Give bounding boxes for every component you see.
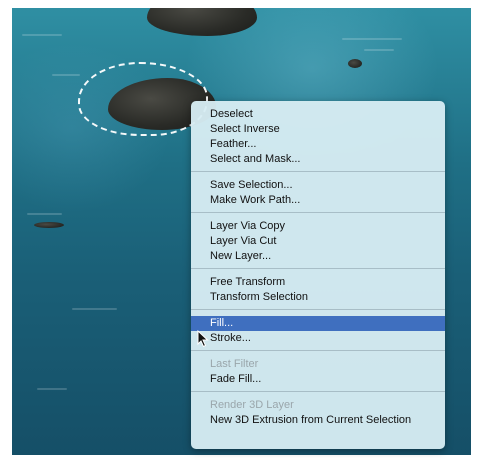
menu-item-render-3d-layer: Render 3D Layer xyxy=(210,399,294,411)
menu-item-free-transform[interactable]: Free Transform xyxy=(191,275,445,290)
menu-item-layer-via-cut[interactable]: Layer Via Cut xyxy=(191,234,445,249)
menu-item-stroke[interactable]: Stroke... xyxy=(191,331,445,346)
small-rock xyxy=(348,59,362,68)
menu-item-fill[interactable]: Fill... xyxy=(191,316,445,331)
menu-separator xyxy=(191,350,445,351)
menu-item-feather[interactable]: Feather... xyxy=(191,137,445,152)
menu-item-make-work-path[interactable]: Make Work Path... xyxy=(191,193,445,208)
water-ripple xyxy=(342,38,402,40)
water-ripple xyxy=(364,49,394,51)
water-ripple xyxy=(52,74,80,76)
water-ripple xyxy=(72,308,117,310)
mouse-pointer-icon xyxy=(197,329,209,348)
menu-item-transform-selection[interactable]: Transform Selection xyxy=(191,290,445,305)
menu-item-select-and-mask[interactable]: Select and Mask... xyxy=(191,152,445,167)
menu-item-new-3d-extrusion[interactable]: New 3D Extrusion from Current Selection xyxy=(191,413,445,428)
water-ripple xyxy=(22,34,62,36)
menu-separator xyxy=(191,268,445,269)
menu-item-layer-via-copy[interactable]: Layer Via Copy xyxy=(191,219,445,234)
menu-item-last-filter: Last Filter xyxy=(210,358,259,370)
water-ripple xyxy=(27,213,62,215)
menu-separator xyxy=(191,171,445,172)
menu-item-deselect[interactable]: Deselect xyxy=(191,107,445,122)
top-rock xyxy=(147,8,257,36)
menu-item-fade-fill[interactable]: Fade Fill... xyxy=(191,372,445,387)
context-menu: Deselect Select Inverse Feather... Selec… xyxy=(191,101,445,449)
marquee-selection-outline xyxy=(78,62,208,136)
menu-separator xyxy=(191,391,445,392)
menu-item-select-inverse[interactable]: Select Inverse xyxy=(191,122,445,137)
screenshot-frame: Deselect Select Inverse Feather... Selec… xyxy=(0,0,479,463)
menu-separator xyxy=(191,309,445,310)
small-rock xyxy=(34,222,64,228)
menu-item-save-selection[interactable]: Save Selection... xyxy=(191,178,445,193)
menu-separator xyxy=(191,212,445,213)
water-ripple xyxy=(37,388,67,390)
menu-item-new-layer[interactable]: New Layer... xyxy=(191,249,445,264)
